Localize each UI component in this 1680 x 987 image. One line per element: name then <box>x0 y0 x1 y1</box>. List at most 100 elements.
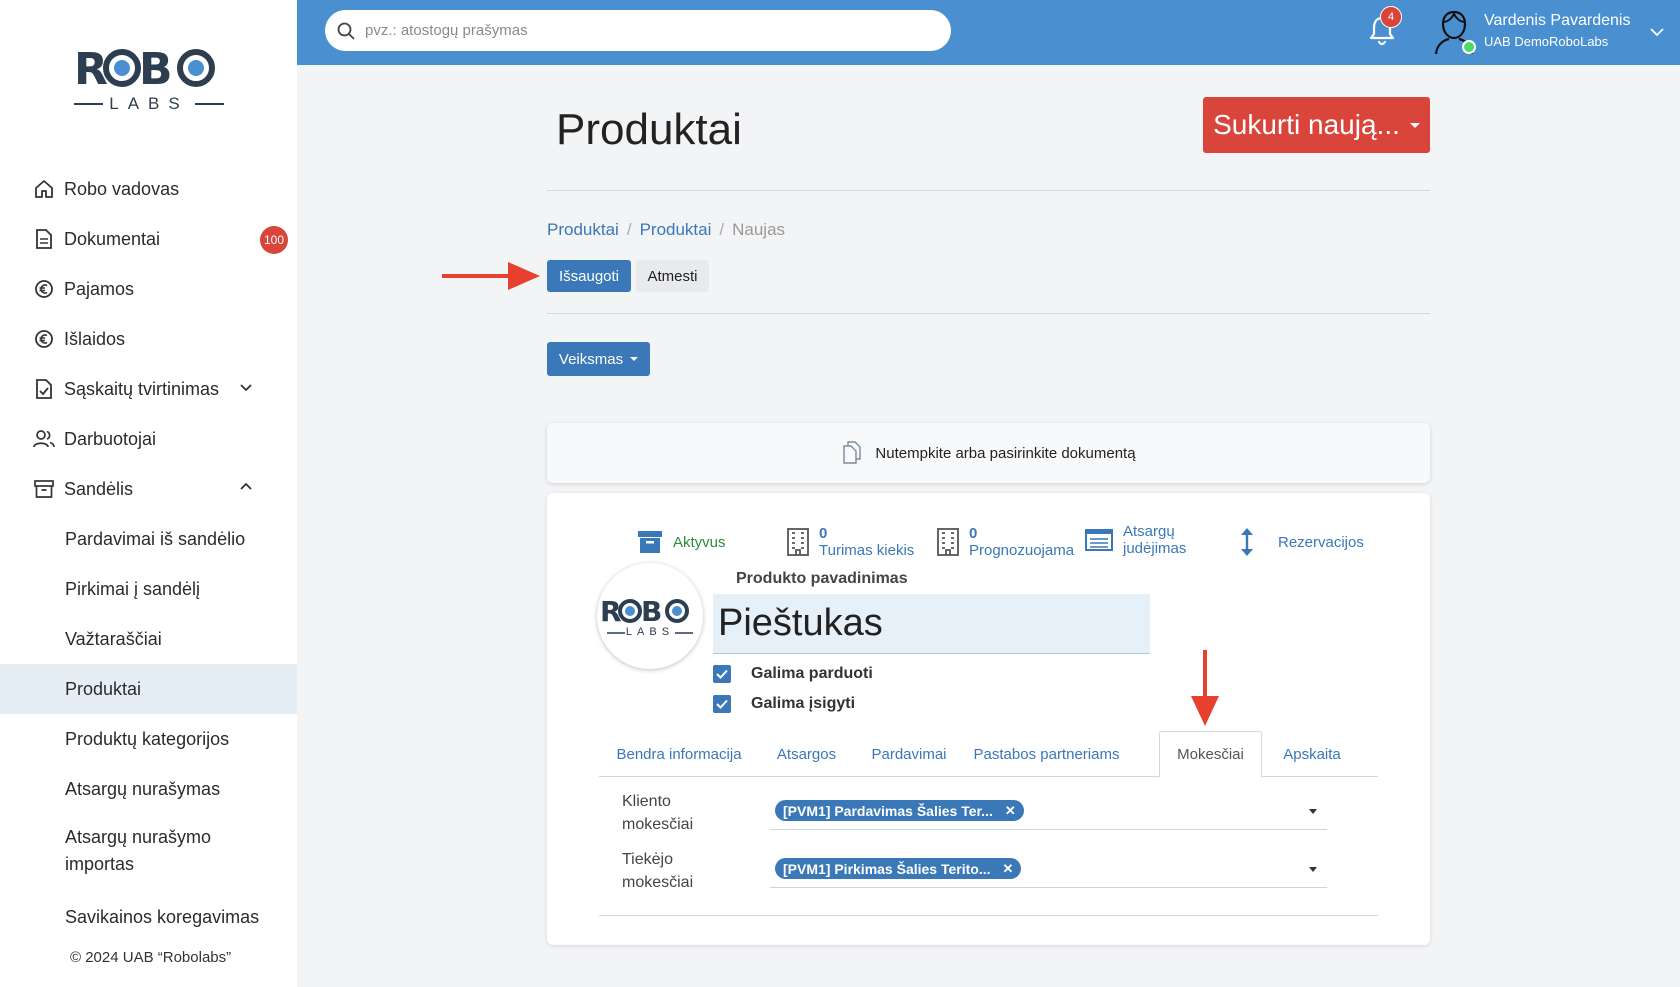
user-company: UAB DemoRoboLabs <box>1484 34 1609 49</box>
stat-active-label: Aktyvus <box>673 533 726 551</box>
sidebar-subitem-vaztarasciai[interactable]: Važtaraščiai <box>0 614 297 664</box>
create-new-button[interactable]: Sukurti naują... <box>1203 97 1430 153</box>
search-icon <box>337 22 355 40</box>
sidebar-item-label: Pirkimai į sandėlį <box>65 578 201 599</box>
archive-box-icon <box>638 531 662 553</box>
sidebar-subitem-atsargu-nurasymas[interactable]: Atsargų nurašymas <box>0 764 297 814</box>
save-button[interactable]: Išsaugoti <box>547 260 631 292</box>
create-new-label: Sukurti naują... <box>1213 109 1400 140</box>
euro-icon <box>33 278 55 300</box>
tab-partner-notes[interactable]: Pastabos partneriams <box>964 731 1129 777</box>
breadcrumb-link-products-1[interactable]: Produktai <box>547 220 619 240</box>
sidebar-item-label: Atsargų nurašymo importas <box>65 827 212 874</box>
caret-down-icon <box>630 357 639 361</box>
vendor-taxes-field[interactable]: [PVM1] Pirkimas Šalies Terito... ✕ <box>770 850 1327 888</box>
sidebar-item-sandelis[interactable]: Sandėlis <box>0 464 297 514</box>
home-icon <box>33 178 55 200</box>
stat-active-button[interactable]: Aktyvus <box>637 529 726 555</box>
tab-general-info[interactable]: Bendra informacija <box>599 731 759 777</box>
sidebar-item-saskaitu-tvirtinimas[interactable]: Sąskaitų tvirtinimas <box>0 364 297 414</box>
stat-forecast-qty: 0 <box>969 525 978 542</box>
tab-sales[interactable]: Pardavimai <box>854 731 964 777</box>
logo-labs: LABS <box>74 94 224 114</box>
can-buy-row[interactable]: Galima įsigyti <box>713 695 855 713</box>
euro-icon <box>33 328 55 350</box>
stat-moves-line1: Atsargų <box>1123 523 1175 540</box>
remove-chip-icon[interactable]: ✕ <box>1002 861 1013 877</box>
tab-stock[interactable]: Atsargos <box>759 731 854 777</box>
chevron-up-icon[interactable] <box>238 479 254 495</box>
discard-button[interactable]: Atmesti <box>636 260 709 292</box>
sidebar-item-pajamos[interactable]: Pajamos <box>0 264 297 314</box>
stat-forecast-label: Prognozuojama <box>969 542 1075 559</box>
can-sell-row[interactable]: Galima parduoti <box>713 665 873 683</box>
breadcrumb-separator: / <box>626 220 632 239</box>
sidebar-item-darbuotojai[interactable]: Darbuotojai <box>0 414 297 464</box>
remove-chip-icon[interactable]: ✕ <box>1005 803 1016 819</box>
annotation-arrow-right-icon <box>442 262 540 290</box>
documents-count-badge: 100 <box>260 226 288 254</box>
stat-moves-line2: judėjimas <box>1123 540 1187 557</box>
can-sell-checkbox[interactable] <box>713 665 731 683</box>
sidebar-item-label: Darbuotojai <box>64 428 157 449</box>
sidebar-nav: Robo vadovas Dokumentai 100 Pajamos Išla… <box>0 164 297 942</box>
product-name-input[interactable] <box>713 594 1150 654</box>
tab-taxes[interactable]: Mokesčiai <box>1159 731 1262 778</box>
sidebar-subitem-produktai[interactable]: Produktai <box>0 664 297 714</box>
sidebar-item-label: Produktų kategorijos <box>65 728 230 749</box>
building-icon <box>787 528 809 556</box>
vendor-tax-chip: [PVM1] Pirkimas Šalies Terito... ✕ <box>775 858 1022 879</box>
sidebar-item-label: Dokumentai <box>64 228 161 249</box>
sidebar-item-dokumentai[interactable]: Dokumentai 100 <box>0 214 297 264</box>
tab-accounting[interactable]: Apskaita <box>1262 731 1362 777</box>
breadcrumb-link-products-2[interactable]: Produktai <box>640 220 712 240</box>
stat-reservations-button[interactable]: Rezervacijos <box>1240 527 1364 557</box>
user-name[interactable]: Vardenis Pavardenis <box>1484 12 1630 30</box>
sidebar-item-label: Pajamos <box>64 278 135 299</box>
sidebar-item-label: Atsargų nurašymas <box>65 778 221 799</box>
can-sell-label: Galima parduoti <box>751 665 873 682</box>
sidebar-item-label: Savikainos koregavimas <box>65 906 260 927</box>
product-image-labs: LABS <box>625 626 675 638</box>
chevron-down-icon[interactable] <box>1649 24 1665 40</box>
divider <box>547 190 1430 191</box>
document-dropzone[interactable]: Nutempkite arba pasirinkite dokumentą <box>547 423 1430 483</box>
svg-text:B: B <box>139 44 173 94</box>
divider <box>599 915 1378 916</box>
vendor-tax-chip-label: [PVM1] Pirkimas Šalies Terito... <box>783 860 991 877</box>
stat-forecast-button[interactable]: 0 Prognozuojama <box>937 525 1074 559</box>
caret-down-icon[interactable] <box>1309 867 1317 872</box>
product-image[interactable]: R B LABS <box>597 563 703 669</box>
sidebar-subitem-pardavimai-is-sandelio[interactable]: Pardavimai iš sandėlio <box>0 514 297 564</box>
sidebar-item-robo-vadovas[interactable]: Robo vadovas <box>0 164 297 214</box>
search-input[interactable] <box>365 22 925 39</box>
stat-reservations-label: Rezervacijos <box>1278 533 1364 551</box>
building-icon <box>937 528 959 556</box>
sidebar-subitem-atsargu-nurasymo-importas[interactable]: Atsargų nurašymo importas <box>0 814 297 892</box>
action-dropdown-button[interactable]: Veiksmas <box>547 342 650 376</box>
sidebar-item-label: Sąskaitų tvirtinimas <box>64 378 220 399</box>
product-name-label: Produkto pavadinimas <box>736 570 908 587</box>
sidebar-subitem-produktu-kategorijos[interactable]: Produktų kategorijos <box>0 714 297 764</box>
customer-tax-chip: [PVM1] Pardavimas Šalies Ter... ✕ <box>775 800 1024 821</box>
stat-stock-moves-button[interactable]: Atsargų judėjimas <box>1085 523 1186 557</box>
page-title: Produktai <box>556 105 742 154</box>
divider <box>547 313 1430 314</box>
sidebar-item-islaidos[interactable]: Išlaidos <box>0 314 297 364</box>
breadcrumb: Produktai / Produktai / Naujas <box>547 220 785 240</box>
list-icon <box>1085 529 1113 551</box>
user-avatar[interactable] <box>1432 8 1476 56</box>
chevron-down-icon[interactable] <box>238 379 254 395</box>
customer-taxes-field[interactable]: [PVM1] Pardavimas Šalies Ter... ✕ <box>770 792 1327 830</box>
customer-taxes-label: Kliento mokesčiai <box>622 793 694 833</box>
robolabs-logo[interactable]: R B LABS <box>74 40 224 120</box>
caret-down-icon[interactable] <box>1309 809 1317 814</box>
file-check-icon <box>33 378 55 400</box>
breadcrumb-separator: / <box>719 220 725 239</box>
search-box[interactable] <box>325 10 951 51</box>
sidebar-subitem-savikainos-koregavimas[interactable]: Savikainos koregavimas <box>0 892 297 942</box>
top-bar: 4 Vardenis Pavardenis UAB DemoRoboLabs <box>297 0 1680 65</box>
sidebar-subitem-pirkimai-i-sandeli[interactable]: Pirkimai į sandėlį <box>0 564 297 614</box>
can-buy-checkbox[interactable] <box>713 695 731 713</box>
stat-stock-button[interactable]: 0 Turimas kiekis <box>787 525 914 559</box>
